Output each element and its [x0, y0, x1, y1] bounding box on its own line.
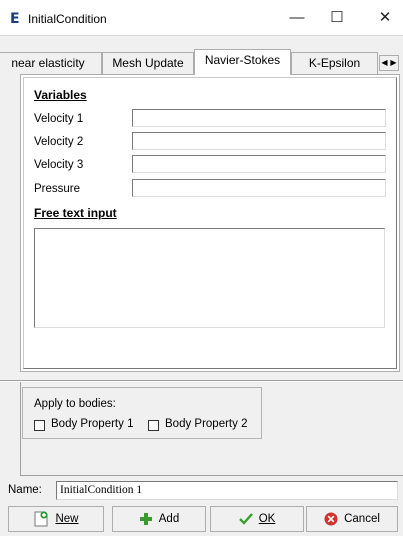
- free-text-heading: Free text input: [34, 206, 117, 220]
- separator: [0, 380, 403, 382]
- tab-mesh-update[interactable]: Mesh Update: [102, 52, 194, 74]
- checkmark-icon: [238, 513, 253, 525]
- plus-icon: [139, 513, 152, 525]
- apply-to-bodies-group: Apply to bodies: Body Property 1 Body Pr…: [22, 387, 262, 439]
- apply-to-bodies-label: Apply to bodies:: [34, 398, 116, 410]
- ok-button-label: OK: [258, 513, 276, 525]
- free-text-input[interactable]: [34, 228, 385, 328]
- ok-button[interactable]: OK: [210, 506, 304, 532]
- velocity-2-label: Velocity 2: [34, 136, 84, 148]
- frame-bottom-edge: [20, 475, 403, 476]
- tab-label: K-Epsilon: [308, 56, 361, 70]
- tab-label: near elasticity: [11, 56, 85, 70]
- tab-k-epsilon[interactable]: K-Epsilon: [291, 52, 378, 74]
- velocity-3-label: Velocity 3: [34, 159, 84, 171]
- app-icon: E: [10, 11, 20, 27]
- window-title: InitialCondition: [28, 12, 107, 26]
- tab-label: Navier-Stokes: [204, 53, 281, 67]
- title-bar: E InitialCondition — ☐ ✕: [0, 0, 403, 36]
- body-property-2-checkbox[interactable]: [148, 420, 159, 431]
- tab-linear-elasticity[interactable]: near elasticity: [0, 52, 102, 74]
- tab-scroll-arrows: ◀ ▶: [379, 55, 399, 71]
- body-property-2-label[interactable]: Body Property 2: [165, 418, 247, 430]
- minimize-button[interactable]: —: [282, 8, 312, 28]
- new-button-label: New: [55, 513, 79, 525]
- close-button[interactable]: ✕: [370, 8, 400, 28]
- new-button[interactable]: New: [8, 506, 104, 532]
- tab-panel: Variables Velocity 1 Velocity 2 Velocity…: [20, 74, 400, 372]
- cancel-icon: [324, 512, 338, 526]
- tab-label: Mesh Update: [112, 56, 184, 70]
- cancel-button[interactable]: Cancel: [306, 506, 398, 532]
- tab-scroll-right-icon[interactable]: ▶: [389, 56, 398, 70]
- add-button[interactable]: Add: [112, 506, 206, 532]
- variables-heading: Variables: [34, 88, 87, 102]
- tab-strip: near elasticity Mesh Update Navier-Stoke…: [0, 49, 403, 75]
- tab-navier-stokes[interactable]: Navier-Stokes: [194, 49, 291, 75]
- tab-scroll-left-icon[interactable]: ◀: [380, 56, 389, 70]
- new-document-icon: [34, 511, 49, 527]
- add-button-label: Add: [158, 513, 180, 525]
- velocity-3-field[interactable]: [132, 155, 386, 173]
- body-property-1-label[interactable]: Body Property 1: [51, 418, 133, 430]
- pressure-field[interactable]: [132, 179, 386, 197]
- cancel-button-label: Cancel: [344, 513, 380, 525]
- pressure-label: Pressure: [34, 183, 81, 195]
- maximize-button[interactable]: ☐: [322, 8, 352, 28]
- frame-left-edge: [20, 382, 21, 476]
- body-property-1-checkbox[interactable]: [34, 420, 45, 431]
- name-input[interactable]: InitialCondition 1: [56, 481, 398, 500]
- velocity-1-label: Velocity 1: [34, 113, 84, 125]
- name-label: Name:: [8, 484, 42, 496]
- velocity-1-field[interactable]: [132, 109, 386, 127]
- velocity-2-field[interactable]: [132, 132, 386, 150]
